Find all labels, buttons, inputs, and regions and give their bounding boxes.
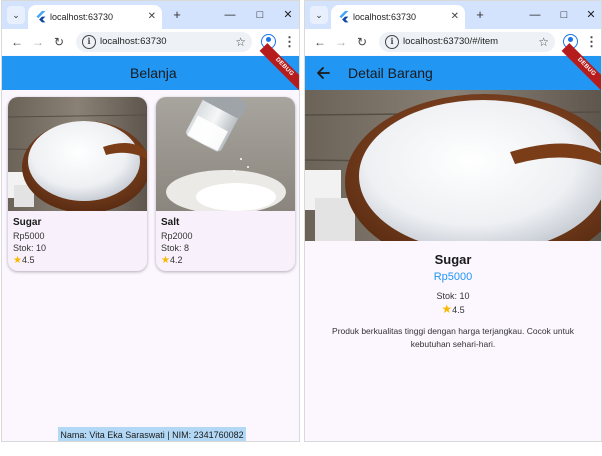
footer-credit: Nama: Vita Eka Saraswati | NIM: 23417600… [58, 427, 246, 441]
kebab-menu-icon[interactable]: ⋮ [585, 33, 598, 51]
product-price: Rp2000 [161, 231, 193, 241]
app-bar: Detail Barang DEBUG [305, 43, 601, 92]
arrow-right-icon[interactable]: → [332, 33, 350, 51]
product-stock: Stok: 10 [13, 243, 47, 253]
arrow-left-icon[interactable] [313, 63, 333, 83]
plus-icon[interactable]: + [471, 6, 489, 24]
salt-image [156, 97, 295, 211]
url-text[interactable]: localhost:63730 [100, 36, 167, 48]
address-bar[interactable]: i localhost:63730/#/item ☆ [379, 32, 555, 52]
address-bar[interactable]: i localhost:63730 ☆ [76, 32, 252, 52]
reload-icon[interactable]: ↻ [50, 33, 68, 51]
minimize-icon[interactable]: — [220, 7, 240, 23]
star-icon: ★ [161, 255, 170, 266]
star-icon[interactable]: ☆ [538, 34, 549, 50]
product-price: Rp5000 [13, 231, 45, 241]
close-icon[interactable]: ✕ [451, 10, 459, 24]
detail-name: Sugar [434, 252, 472, 267]
product-name: Salt [161, 217, 180, 228]
product-rating: ★4.2 [161, 254, 182, 267]
maximize-icon[interactable]: □ [250, 7, 270, 23]
detail-description: Produk berkualitas tinggi dengan harga t… [332, 326, 574, 349]
star-icon: ★ [13, 255, 22, 266]
page-title: Belanja [130, 65, 177, 81]
flutter-icon [339, 11, 349, 23]
app-bar: Belanja DEBUG [2, 43, 299, 92]
chevron-down-icon[interactable]: ⌄ [310, 6, 328, 24]
arrow-right-icon[interactable]: → [29, 33, 47, 51]
close-icon[interactable]: ✕ [581, 7, 601, 23]
browser-tab[interactable]: localhost:63730 ✕ [331, 5, 465, 29]
browser-toolbar: ← → ↻ i localhost:63730/#/item ☆ ⋮ [305, 29, 601, 55]
chevron-down-icon[interactable]: ⌄ [7, 6, 25, 24]
minimize-icon[interactable]: — [525, 7, 545, 23]
detail-price: Rp5000 [433, 271, 473, 283]
product-stock: Stok: 8 [161, 243, 190, 253]
url-text[interactable]: localhost:63730/#/item [403, 36, 498, 48]
star-icon: ★ [441, 302, 453, 316]
product-name: Sugar [13, 217, 42, 228]
rating-value: 4.5 [452, 305, 465, 315]
rating-value: 4.2 [169, 255, 183, 265]
kebab-menu-icon[interactable]: ⋮ [283, 33, 296, 51]
product-card-sugar[interactable]: Sugar Rp5000 Stok: 10 ★4.5 [8, 97, 147, 271]
info-icon[interactable]: i [82, 35, 96, 49]
detail-rating: ★4.5 [305, 303, 601, 317]
browser-window-detail: ⌄ localhost:63730 ✕ + — □ ✕ ← → ↻ i loca… [304, 0, 602, 442]
product-card-salt[interactable]: Salt Rp2000 Stok: 8 ★4.2 [156, 97, 295, 271]
browser-toolbar: ← → ↻ i localhost:63730 ☆ ⋮ [2, 29, 299, 55]
close-icon[interactable]: ✕ [278, 7, 298, 23]
tab-title: localhost:63730 [353, 12, 417, 22]
arrow-left-icon[interactable]: ← [8, 33, 26, 51]
arrow-left-icon[interactable]: ← [311, 33, 329, 51]
tab-strip: ⌄ localhost:63730 ✕ + — □ ✕ [305, 1, 601, 29]
detail-stock: Stok: 10 [436, 291, 470, 301]
product-rating: ★4.5 [13, 254, 34, 267]
sugar-image [8, 97, 147, 211]
info-icon[interactable]: i [385, 35, 399, 49]
sugar-image [305, 90, 601, 241]
tab-title: localhost:63730 [50, 12, 114, 22]
tab-strip: ⌄ localhost:63730 ✕ + — □ ✕ [2, 1, 299, 29]
plus-icon[interactable]: + [168, 6, 186, 24]
star-icon[interactable]: ☆ [235, 34, 246, 50]
browser-tab[interactable]: localhost:63730 ✕ [28, 5, 162, 29]
close-icon[interactable]: ✕ [148, 10, 156, 24]
flutter-icon [36, 11, 46, 23]
reload-icon[interactable]: ↻ [353, 33, 371, 51]
browser-window-list: ⌄ localhost:63730 ✕ + — □ ✕ ← → ↻ i loca… [1, 0, 300, 442]
page-title: Detail Barang [348, 65, 433, 81]
rating-value: 4.5 [21, 255, 35, 265]
maximize-icon[interactable]: □ [554, 7, 574, 23]
